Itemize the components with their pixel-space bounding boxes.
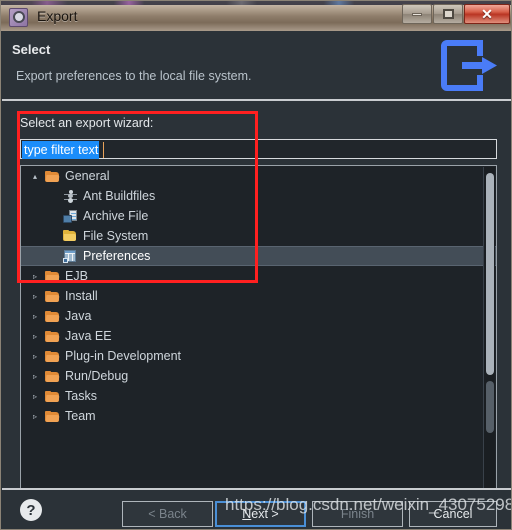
filter-input[interactable]: type filter text (20, 139, 497, 159)
tree-item-general[interactable]: ▴ General (21, 166, 496, 186)
text-caret (103, 142, 104, 158)
collapse-arrow-icon[interactable]: ▹ (27, 292, 43, 301)
tree-item-label: Java (65, 309, 92, 323)
tree-item-file-system[interactable]: File System (21, 226, 496, 246)
collapse-arrow-icon[interactable]: ▹ (27, 392, 43, 401)
folder-icon (45, 350, 60, 362)
finish-button[interactable]: Finish (312, 501, 403, 527)
folder-icon (45, 330, 60, 342)
page-subtitle: Export preferences to the local file sys… (16, 69, 252, 83)
tree-item-ant-buildfiles[interactable]: Ant Buildfiles (21, 186, 496, 206)
tree-item-preferences[interactable]: Preferences (21, 246, 496, 266)
window-controls: ✕ (401, 4, 510, 26)
tree-item-label: Run/Debug (65, 369, 129, 383)
folder-open-icon (45, 170, 60, 182)
help-icon[interactable]: ? (20, 499, 42, 521)
cancel-button[interactable]: Cancel (409, 501, 497, 527)
tree-item-label: File System (83, 229, 149, 243)
folder-icon (45, 270, 60, 282)
collapse-arrow-icon[interactable]: ▹ (27, 412, 43, 421)
ant-icon (63, 189, 77, 203)
wizard-body: Select an export wizard: type filter tex… (2, 103, 511, 520)
wizard-footer: ? < Back Next > Finish Cancel (2, 488, 511, 529)
export-wizard-dialog: Export ✕ Select Export preferences to th… (0, 0, 512, 530)
tree-item-label: Install (65, 289, 98, 303)
export-arrow-icon (441, 40, 497, 91)
gear-icon (12, 11, 25, 23)
folder-icon (45, 410, 60, 422)
export-wizard-tree[interactable]: ▴ General Ant Buildfiles Archive File File S… (20, 165, 497, 520)
tree-item-label: EJB (65, 269, 88, 283)
tree-item-label: Team (65, 409, 96, 423)
tree-item-run-debug[interactable]: ▹ Run/Debug (21, 366, 496, 386)
tree-item-label: Ant Buildfiles (83, 189, 156, 203)
window-title-bar[interactable]: Export ✕ (1, 1, 511, 31)
expand-arrow-icon[interactable]: ▴ (27, 172, 43, 181)
collapse-arrow-icon[interactable]: ▹ (27, 352, 43, 361)
tree-rows: ▴ General Ant Buildfiles Archive File File S… (21, 166, 496, 426)
collapse-arrow-icon[interactable]: ▹ (27, 312, 43, 321)
folder-icon (45, 290, 60, 302)
tree-item-label: Preferences (83, 249, 151, 263)
minimize-icon (412, 12, 422, 16)
tree-item-label: General (65, 169, 110, 183)
scrollbar-thumb[interactable] (486, 173, 494, 375)
collapse-arrow-icon[interactable]: ▹ (27, 372, 43, 381)
folder-icon (45, 310, 60, 322)
collapse-arrow-icon[interactable]: ▹ (27, 272, 43, 281)
minimize-button[interactable] (402, 4, 432, 24)
tree-item-tasks[interactable]: ▹ Tasks (21, 386, 496, 406)
back-button[interactable]: < Back (122, 501, 213, 527)
maximize-icon (442, 9, 454, 19)
wizard-header: Select Export preferences to the local f… (2, 31, 511, 101)
tree-item-java-ee[interactable]: ▹ Java EE (21, 326, 496, 346)
window-icon (9, 7, 28, 27)
tree-item-label: Tasks (65, 389, 97, 403)
maximize-button[interactable] (433, 4, 463, 24)
preferences-icon (63, 249, 77, 263)
next-button[interactable]: Next > (215, 501, 306, 527)
tree-item-java[interactable]: ▹ Java (21, 306, 496, 326)
file-system-icon (63, 230, 77, 242)
tree-item-install[interactable]: ▹ Install (21, 286, 496, 306)
folder-icon (45, 370, 60, 382)
window-title: Export (37, 8, 78, 24)
archive-file-icon (63, 209, 77, 223)
tree-item-ejb[interactable]: ▹ EJB (21, 266, 496, 286)
tree-item-archive-file[interactable]: Archive File (21, 206, 496, 226)
filter-input-value: type filter text (22, 141, 100, 159)
wizard-select-label: Select an export wizard: (20, 116, 154, 130)
scrollbar-thumb-secondary[interactable] (486, 381, 494, 433)
next-button-label: ext > (251, 507, 279, 521)
folder-icon (45, 390, 60, 402)
tree-item-team[interactable]: ▹ Team (21, 406, 496, 426)
close-icon: ✕ (481, 6, 493, 22)
tree-item-label: Java EE (65, 329, 112, 343)
tree-vertical-scrollbar[interactable] (483, 167, 495, 519)
tree-item-label: Archive File (83, 209, 149, 223)
collapse-arrow-icon[interactable]: ▹ (27, 332, 43, 341)
next-button-mnemonic: N (242, 507, 252, 521)
close-button[interactable]: ✕ (464, 4, 510, 24)
tree-item-plug-in-development[interactable]: ▹ Plug-in Development (21, 346, 496, 366)
tree-item-label: Plug-in Development (65, 349, 182, 363)
page-title: Select (12, 42, 51, 57)
